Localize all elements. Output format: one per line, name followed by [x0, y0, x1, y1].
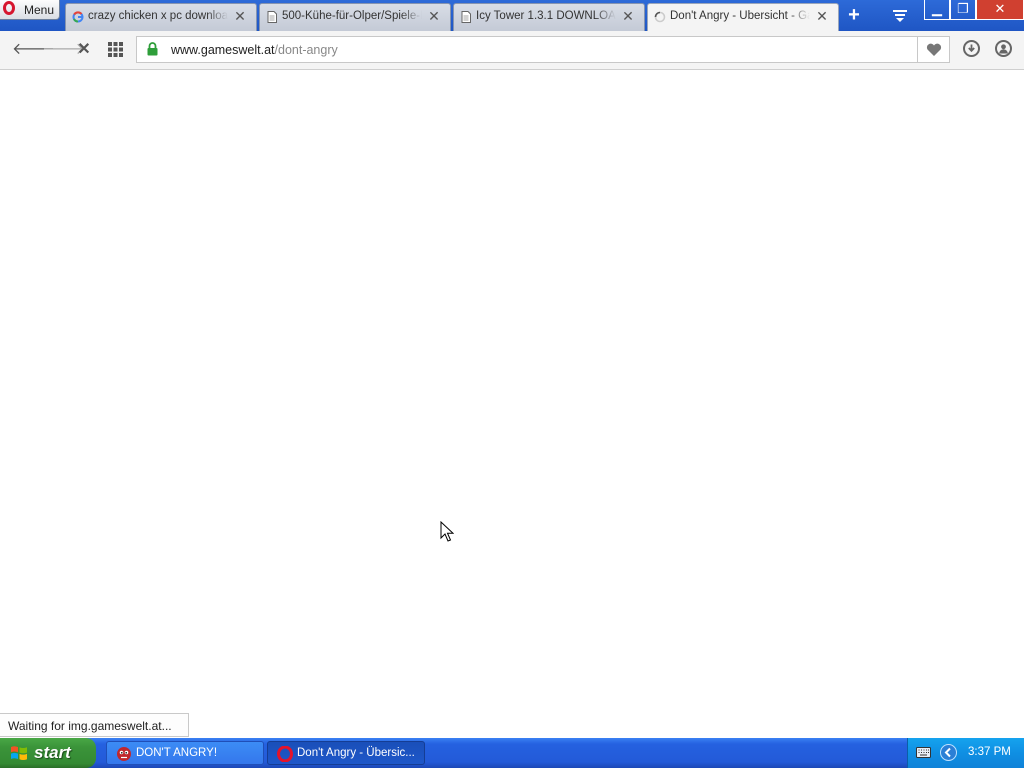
taskbar-item-dont-angry-game[interactable]: DON'T ANGRY! — [106, 741, 264, 765]
tab-title: crazy chicken x pc download — [88, 10, 228, 22]
page-icon — [267, 11, 277, 23]
speed-dial-grid-icon[interactable] — [108, 42, 123, 57]
clock: 3:37 PM — [968, 746, 1011, 758]
page-viewport[interactable] — [0, 70, 1024, 737]
keyboard-icon[interactable] — [916, 747, 931, 758]
url-host: www.gameswelt.at — [171, 43, 275, 57]
tab-title: 500-Kühe-für-Ölper/Spiele-Pl — [282, 10, 422, 22]
new-tab-plus-icon[interactable]: + — [846, 5, 862, 25]
tab-menu-icon[interactable] — [892, 9, 908, 23]
url-text: www.gameswelt.at/dont-angry — [171, 43, 338, 57]
loading-spinner-icon — [654, 11, 666, 23]
page-icon — [461, 11, 471, 23]
url-path: /dont-angry — [274, 43, 338, 57]
heart-icon — [926, 43, 942, 56]
google-g-icon — [72, 11, 84, 23]
show-hidden-icons-icon[interactable] — [940, 744, 957, 761]
forward-arrow-icon[interactable]: 🡒 — [42, 41, 85, 59]
lock-icon — [147, 42, 158, 56]
start-label: start — [34, 743, 71, 762]
opera-menu-button[interactable]: Menu — [0, 0, 60, 20]
tab-dont-angry[interactable]: Don't Angry - Übersicht - Gam ✕ — [647, 3, 839, 31]
tab-title: Icy Tower 1.3.1 DOWNLOAD — [476, 10, 616, 22]
tab-icy-tower[interactable]: Icy Tower 1.3.1 DOWNLOAD ✕ — [453, 3, 645, 31]
system-tray: 3:37 PM — [907, 738, 1024, 768]
mouse-pointer-icon — [440, 521, 454, 542]
browser-toolbar: 🡐 🡒 ✕ www.gameswelt.at/dont-angry — [0, 31, 1024, 70]
tab-close-icon[interactable]: ✕ — [428, 9, 440, 23]
tab-close-icon[interactable]: ✕ — [234, 9, 246, 23]
opera-logo-icon — [3, 1, 15, 15]
taskbar-item-opera-browser[interactable]: Don't Angry - Übersic... — [267, 741, 425, 765]
user-silhouette-icon — [999, 44, 1008, 54]
browser-tab-strip: Menu crazy chicken x pc download ✕ 500-K… — [0, 0, 1024, 31]
stop-loading-icon[interactable]: ✕ — [75, 41, 93, 59]
tab-close-icon[interactable]: ✕ — [622, 9, 634, 23]
tab-500-kuehe[interactable]: 500-Kühe-für-Ölper/Spiele-Pl ✕ — [259, 3, 451, 31]
windows-taskbar: start DON'T ANGRY! Don't Angry - Übersic… — [0, 738, 1024, 768]
game-app-icon — [117, 747, 131, 761]
close-window-button[interactable]: ✕ — [976, 0, 1024, 20]
menu-label: Menu — [24, 3, 55, 17]
task-label: Don't Angry - Übersic... — [297, 747, 415, 759]
minimize-button[interactable]: ▁ — [924, 0, 950, 20]
status-text: Waiting for img.gameswelt.at... — [8, 719, 172, 733]
download-arrow-icon — [968, 44, 975, 53]
opera-icon — [277, 746, 293, 762]
windows-flag-icon — [11, 746, 27, 760]
back-arrow-icon[interactable]: 🡐 — [12, 41, 55, 59]
tab-title: Don't Angry - Übersicht - Gam — [670, 10, 810, 22]
tab-close-icon[interactable]: ✕ — [816, 9, 828, 23]
restore-button[interactable]: ❐ — [950, 0, 976, 20]
account-icon[interactable] — [995, 40, 1012, 57]
downloads-icon[interactable] — [963, 40, 980, 57]
start-button[interactable]: start — [0, 738, 96, 768]
status-bar: Waiting for img.gameswelt.at... — [0, 713, 189, 737]
task-label: DON'T ANGRY! — [136, 747, 218, 759]
bookmark-heart-button[interactable] — [918, 36, 950, 63]
tab-crazy-chicken[interactable]: crazy chicken x pc download ✕ — [65, 3, 257, 31]
address-bar[interactable]: www.gameswelt.at/dont-angry — [136, 36, 918, 63]
